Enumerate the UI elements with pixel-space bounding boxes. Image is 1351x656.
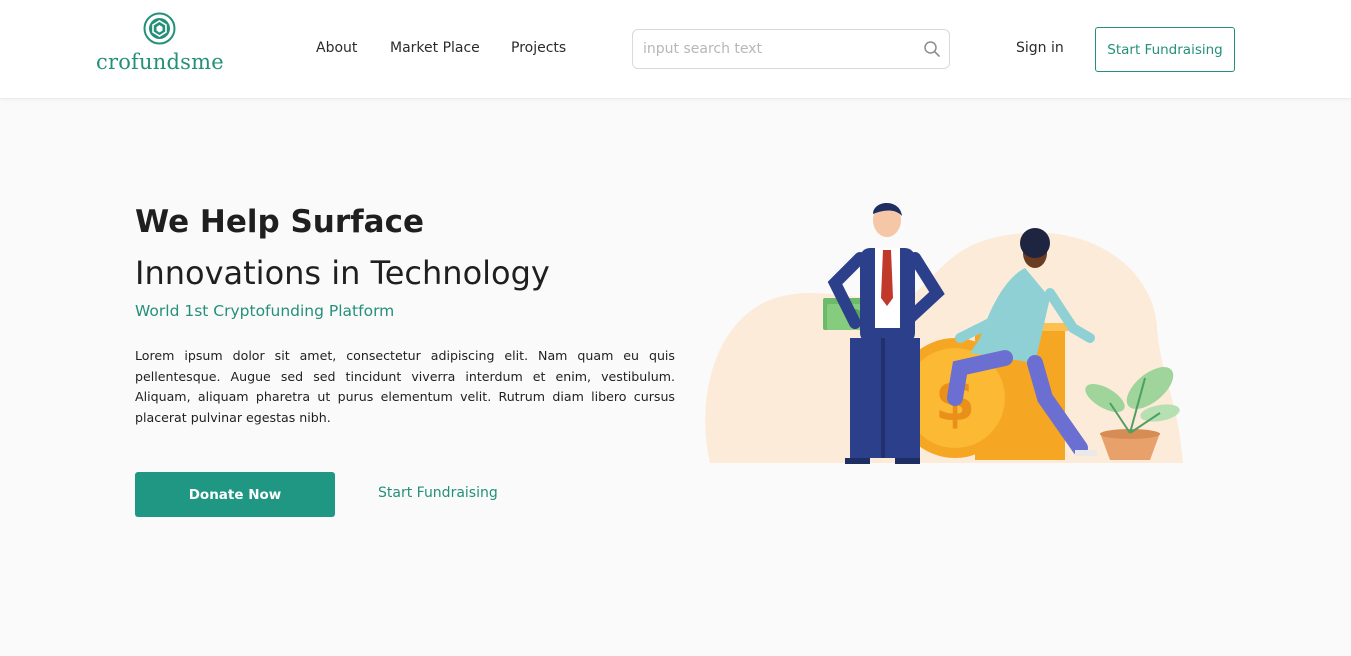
hero-title: We Help Surface [135,204,424,240]
hero-subtitle: Innovations in Technology [135,254,550,292]
nav-projects[interactable]: Projects [511,40,566,56]
logo-mark-icon [143,12,176,45]
donate-now-button[interactable]: Donate Now [135,472,335,517]
nav-about[interactable]: About [316,40,357,56]
search-box [632,29,950,69]
sign-in-link[interactable]: Sign in [1016,40,1064,56]
search-icon[interactable] [923,40,941,58]
nav-market-place[interactable]: Market Place [390,40,480,56]
search-input[interactable] [643,30,913,68]
hero-illustration: $ [705,203,1183,464]
hero-description: Lorem ipsum dolor sit amet, consectetur … [135,348,675,425]
start-fundraising-button[interactable]: Start Fundraising [1095,27,1235,72]
site-header: crofundsme About Market Place Projects S… [0,0,1351,99]
brand-logo[interactable]: crofundsme [96,12,226,78]
brand-name: crofundsme [96,50,224,74]
start-fundraising-link[interactable]: Start Fundraising [378,485,498,501]
hero-tagline: World 1st Cryptofunding Platform [135,302,395,320]
